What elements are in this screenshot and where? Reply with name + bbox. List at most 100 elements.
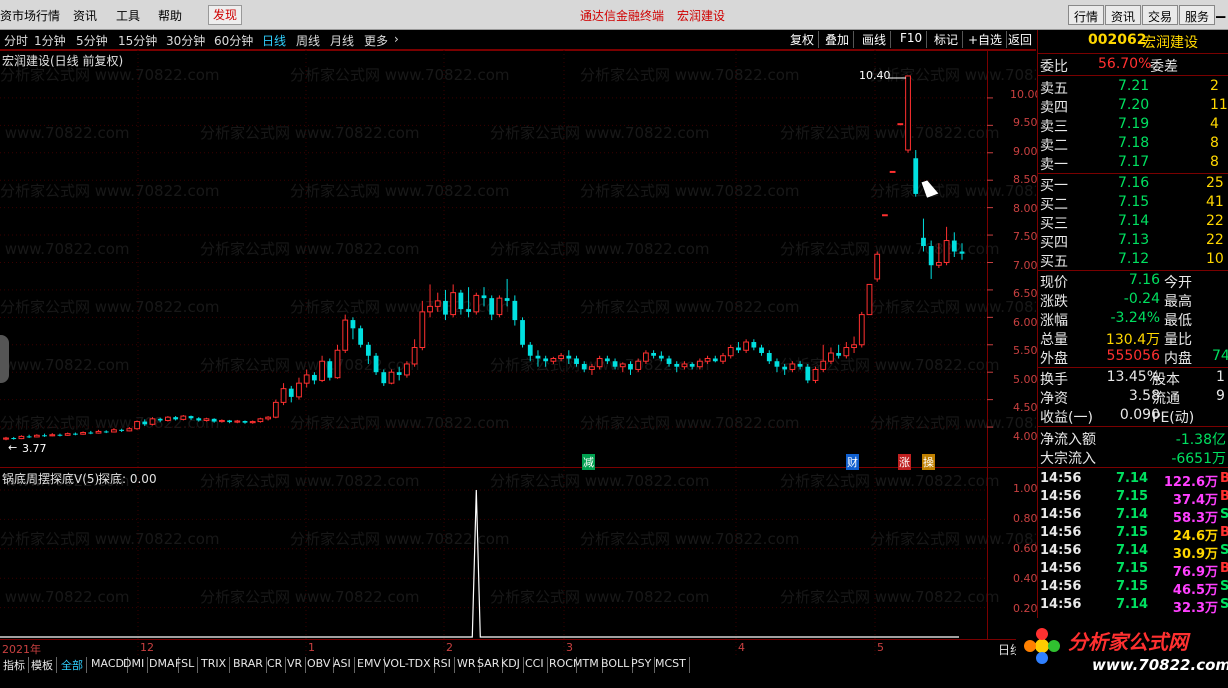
event-mark-limit-up[interactable]: 涨 — [898, 454, 911, 470]
candle-body — [882, 214, 888, 217]
indicator-tab[interactable]: TRIX — [198, 657, 231, 673]
watermark-text: 分析家公式网 www.70822.com — [0, 240, 130, 258]
candle — [489, 295, 495, 321]
candle — [3, 436, 9, 441]
ask-row[interactable]: 卖四 7.20 11 — [1038, 97, 1228, 116]
candle-body — [419, 311, 426, 349]
period-1min[interactable]: 1分钟 — [34, 32, 66, 49]
indicator-tab[interactable]: DMI — [120, 657, 149, 673]
bid-row[interactable]: 买三 7.14 22 — [1038, 213, 1228, 232]
period-daily[interactable]: 日线 — [262, 32, 286, 49]
candle — [227, 419, 232, 424]
period-30min[interactable]: 30分钟 — [166, 32, 205, 49]
candle — [350, 317, 356, 340]
menu-market[interactable]: 资市场行情 — [0, 7, 60, 24]
menu-discover[interactable]: 发现 — [208, 5, 243, 25]
bid-row[interactable]: 买五 7.12 10 — [1038, 251, 1228, 270]
restore-rights-button[interactable]: 复权 — [786, 31, 820, 48]
indicator-tab[interactable]: KDJ — [498, 657, 524, 673]
chevron-right-icon[interactable]: › — [394, 32, 399, 46]
bid-row[interactable]: 买二 7.15 41 — [1038, 194, 1228, 213]
tick-time: 14:56 — [1040, 525, 1082, 540]
candle-body — [265, 416, 272, 420]
news-button[interactable]: 资讯 — [1105, 5, 1142, 25]
tick-volume: 122.6万 — [1163, 475, 1218, 490]
bid-label: 买三 — [1040, 216, 1068, 232]
bid-row[interactable]: 买四 7.13 22 — [1038, 232, 1228, 251]
mark-button[interactable]: 标记 — [930, 31, 964, 48]
candle — [11, 436, 17, 440]
quote-label-2: 量比 — [1164, 332, 1192, 348]
candle-body — [272, 401, 279, 418]
period-60min[interactable]: 60分钟 — [214, 32, 253, 49]
quote-label-2: 最高 — [1164, 294, 1192, 310]
ask-price: 7.21 — [1118, 78, 1150, 94]
ask-volume: 8 — [1210, 154, 1219, 170]
price-chart[interactable]: 分析家公式网 www.70822.com 分析家公式网 www.70822.com… — [0, 50, 1036, 656]
quote-row: 总量 130.4万 量比 — [1038, 329, 1228, 348]
candle — [874, 251, 881, 282]
ind-tick: 0.20 — [1013, 602, 1038, 615]
candle-body — [935, 261, 942, 266]
fund-label-2: 股本 — [1152, 372, 1180, 388]
menu-help[interactable]: 帮助 — [158, 7, 182, 24]
indicator-tab[interactable]: VOL-TDX — [380, 657, 435, 673]
indicator-tab[interactable]: CR — [264, 657, 287, 673]
trade-tick-row: 14:56 7.15 37.4万B — [1038, 489, 1228, 508]
indicator-tab[interactable]: BRAR — [230, 657, 267, 673]
candle-body — [743, 341, 750, 351]
draw-line-button[interactable]: 画线 — [858, 31, 892, 48]
add-watchlist-button[interactable]: +自选 — [964, 31, 1008, 48]
bid-row[interactable]: 买一 7.16 25 — [1038, 175, 1228, 194]
candle-body — [643, 352, 649, 362]
candle — [720, 353, 726, 364]
candle-body — [342, 319, 349, 351]
side-collapse-handle[interactable] — [0, 335, 9, 383]
period-more[interactable]: 更多 — [364, 32, 388, 49]
quote-value: 555056 — [1106, 348, 1160, 364]
f10-button[interactable]: F10 — [896, 31, 928, 48]
indicator-tab[interactable]: ASI — [330, 657, 355, 673]
minimize-icon[interactable]: ▁ — [1216, 4, 1228, 24]
indicator-tab[interactable]: 指标 — [0, 657, 29, 673]
ask-row[interactable]: 卖五 7.21 2 — [1038, 78, 1228, 97]
tick-time: 14:56 — [1040, 597, 1082, 612]
ask-row[interactable]: 卖三 7.19 4 — [1038, 116, 1228, 135]
period-15min[interactable]: 15分钟 — [118, 32, 157, 49]
service-button[interactable]: 服务 — [1179, 5, 1216, 25]
candle — [280, 383, 287, 406]
period-timeshare[interactable]: 分时 — [4, 32, 28, 49]
watermark-text: 分析家公式网 www.70822.com — [0, 414, 220, 432]
period-monthly[interactable]: 月线 — [330, 32, 354, 49]
indicator-tab[interactable]: FSL — [172, 657, 199, 673]
market-button[interactable]: 行情 — [1068, 5, 1105, 25]
menu-tools[interactable]: 工具 — [116, 7, 140, 24]
candle — [249, 420, 256, 424]
watermark-text: 分析家公式网 www.70822.com — [870, 530, 1036, 548]
ask-row[interactable]: 卖一 7.17 8 — [1038, 154, 1228, 173]
event-mark-reduce[interactable]: 减 — [582, 454, 595, 470]
event-mark-finance[interactable]: 财 — [846, 454, 859, 470]
candle-body — [766, 353, 772, 362]
indicator-tab[interactable]: CCI — [522, 657, 548, 673]
indicator-tab[interactable]: MCST — [652, 657, 690, 673]
period-5min[interactable]: 5分钟 — [76, 32, 108, 49]
back-button[interactable]: 返回 — [1004, 31, 1036, 48]
indicator-tab[interactable]: 全部 — [58, 657, 87, 673]
indicator-tab[interactable]: VR — [284, 657, 307, 673]
ask-row[interactable]: 卖二 7.18 8 — [1038, 135, 1228, 154]
indicator-tab[interactable]: RSI — [430, 657, 455, 673]
trade-button[interactable]: 交易 — [1142, 5, 1179, 25]
flow-value: -1.38亿 — [1175, 432, 1226, 448]
menu-news[interactable]: 资讯 — [73, 7, 97, 24]
event-mark-operation[interactable]: 操 — [922, 454, 935, 470]
overlay-button[interactable]: 叠加 — [821, 31, 855, 48]
indicator-tab[interactable]: 模板 — [28, 657, 57, 673]
watermark-text: 分析家公式网 www.70822.com — [580, 530, 800, 548]
candle-body — [18, 435, 25, 440]
period-weekly[interactable]: 周线 — [296, 32, 320, 49]
candle — [218, 419, 225, 423]
candle — [272, 399, 279, 419]
tick-volume: 32.3万 — [1172, 601, 1218, 616]
candle-body — [303, 374, 310, 384]
